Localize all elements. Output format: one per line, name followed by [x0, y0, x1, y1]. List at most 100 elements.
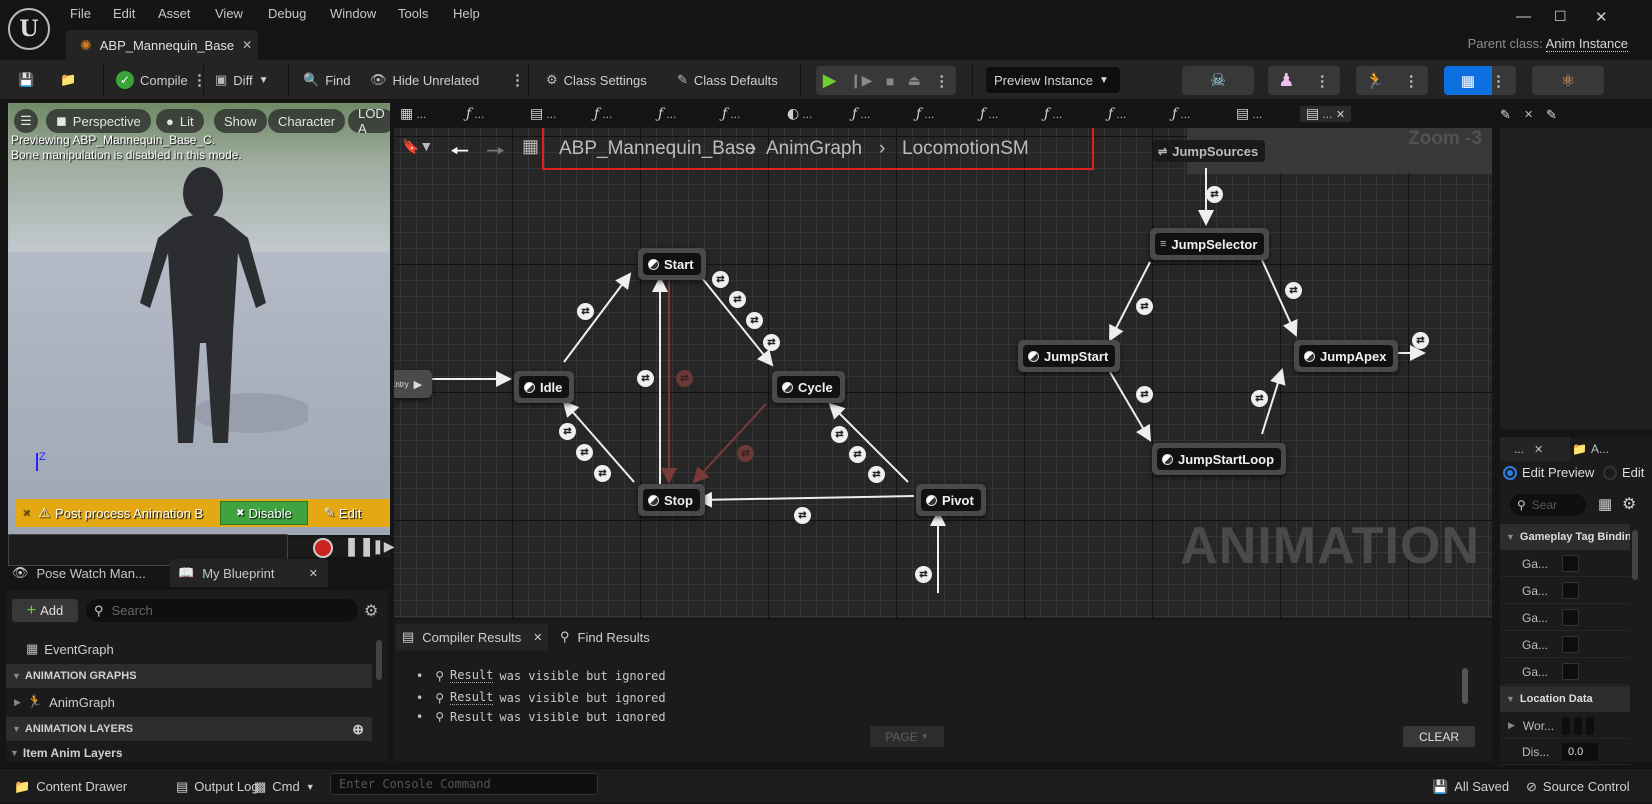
- state-node-jump-apex[interactable]: JumpApex: [1294, 340, 1399, 372]
- close-tab-icon[interactable]: ✕: [242, 38, 252, 52]
- stop-icon[interactable]: ■: [886, 73, 894, 89]
- state-node-jump-selector[interactable]: ≡ JumpSelector: [1150, 228, 1270, 260]
- graph-options-kebab[interactable]: ⋮: [510, 60, 525, 100]
- tree-item-eventgraph[interactable]: ▦ EventGraph: [6, 637, 372, 661]
- tab-asset-browser[interactable]: 📁 A...: [1572, 437, 1609, 461]
- tab-preview-settings[interactable]: ... ✕: [1500, 437, 1570, 461]
- tag-checkbox[interactable]: [1562, 636, 1579, 653]
- menu-asset[interactable]: Asset: [158, 6, 191, 21]
- clear-button[interactable]: CLEAR: [1403, 726, 1475, 747]
- show-button[interactable]: Show: [214, 109, 267, 133]
- blueprint-search-input[interactable]: ⚲ Search: [86, 599, 358, 622]
- graph-tab[interactable]: ◐ …: [787, 106, 812, 122]
- viewport-menu-button[interactable]: ☰: [14, 109, 38, 133]
- settings-gear-icon[interactable]: ⚙: [364, 601, 378, 621]
- details-tab-icon[interactable]: ✎: [1546, 107, 1557, 123]
- compiler-scrollbar[interactable]: [1462, 668, 1468, 704]
- edit-radio[interactable]: Edit: [1603, 465, 1644, 480]
- close-tab-icon[interactable]: ✕: [1524, 108, 1533, 121]
- tab-pose-watch[interactable]: 👁 Pose Watch Man...: [12, 559, 146, 587]
- menu-edit[interactable]: Edit: [113, 6, 135, 21]
- vector-z-field[interactable]: [1586, 717, 1594, 735]
- pause-button[interactable]: ❚❚: [344, 536, 374, 557]
- find-button[interactable]: 🔍 Find: [303, 60, 350, 100]
- close-tab-icon[interactable]: ✕: [309, 567, 318, 580]
- page-dropdown[interactable]: PAGE ▼: [870, 726, 944, 747]
- browse-button[interactable]: 📁: [60, 60, 76, 100]
- animation-options-kebab[interactable]: ⋮: [1404, 72, 1419, 90]
- transition-rule-icon[interactable]: ⇄: [594, 465, 611, 482]
- graph-tab[interactable]: ▤ …: [530, 106, 556, 122]
- graph-tab[interactable]: ƒ …: [1172, 106, 1190, 122]
- state-node-cycle[interactable]: Cycle: [772, 371, 845, 403]
- transition-rule-icon[interactable]: ⇄: [577, 303, 594, 320]
- close-window-button[interactable]: ✕: [1595, 8, 1608, 26]
- state-node-idle[interactable]: Idle: [514, 371, 575, 403]
- dismiss-warning-icon[interactable]: ✕: [22, 508, 30, 519]
- transition-rule-icon[interactable]: ⇄: [915, 566, 932, 583]
- tag-checkbox[interactable]: [1562, 663, 1579, 680]
- transition-rule-icon[interactable]: ⇄: [712, 271, 729, 288]
- step-forward-button[interactable]: ❚▶: [372, 538, 395, 555]
- panel-scrollbar[interactable]: [376, 640, 382, 680]
- blueprint-options-kebab[interactable]: ⋮: [1491, 72, 1506, 90]
- section-gameplay-tag-bindings[interactable]: ▼ Gameplay Tag Bindin: [1500, 524, 1630, 550]
- state-node-jump-start[interactable]: JumpStart: [1018, 340, 1121, 372]
- character-button[interactable]: Character: [268, 109, 346, 133]
- settings-gear-icon[interactable]: ⚙: [1622, 494, 1636, 514]
- record-button[interactable]: [313, 538, 333, 558]
- state-node-stop[interactable]: Stop: [638, 484, 705, 516]
- cmd-dropdown[interactable]: ▩ Cmd ▼: [254, 769, 315, 804]
- details-scrollbar[interactable]: [1632, 530, 1638, 580]
- transition-rule-icon[interactable]: ⇄: [559, 423, 576, 440]
- state-node-start[interactable]: Start: [638, 248, 706, 280]
- tree-item-item-anim-layers[interactable]: ▼ Item Anim Layers: [6, 741, 372, 765]
- transition-rule-icon[interactable]: ⇄: [1206, 186, 1223, 203]
- transition-rule-icon[interactable]: ⇄: [868, 466, 885, 483]
- menu-file[interactable]: File: [70, 6, 91, 21]
- tree-item-animgraph[interactable]: ▶ 🏃 AnimGraph: [6, 690, 372, 714]
- breadcrumb-item[interactable]: LocomotionSM: [902, 138, 1029, 160]
- transition-rule-icon[interactable]: ⇄: [1412, 332, 1429, 349]
- graph-tab[interactable]: ƒ …: [916, 106, 934, 122]
- output-log-button[interactable]: ▤ Output Log: [176, 769, 259, 804]
- play-icon[interactable]: ▶: [823, 70, 837, 91]
- diff-button[interactable]: ▣ Diff ▼: [215, 60, 268, 100]
- parent-class-value[interactable]: Anim Instance: [1545, 36, 1628, 52]
- mesh-options-kebab[interactable]: ⋮: [1315, 72, 1330, 90]
- lod-button[interactable]: LOD A: [348, 106, 390, 136]
- transition-rule-icon[interactable]: ⇄: [1136, 298, 1153, 315]
- transition-rule-icon[interactable]: ⇄: [763, 334, 780, 351]
- distance-value-field[interactable]: 0.0: [1562, 743, 1598, 761]
- state-node-pivot[interactable]: Pivot: [916, 484, 986, 516]
- transition-rule-icon[interactable]: ⇄: [849, 446, 866, 463]
- transition-rule-icon[interactable]: ⇄: [746, 312, 763, 329]
- transition-wire[interactable]: [692, 403, 767, 484]
- state-node-jump-sources[interactable]: ⇌ JumpSources: [1148, 135, 1270, 167]
- class-settings-button[interactable]: ⚙ Class Settings: [546, 60, 647, 100]
- graph-tab[interactable]: ƒ …: [466, 106, 484, 122]
- edit-button[interactable]: ✎ Edit: [324, 501, 361, 525]
- step-icon[interactable]: ❙▶: [850, 72, 873, 89]
- close-tab-icon[interactable]: ✕: [1534, 443, 1543, 456]
- add-button[interactable]: + Add: [12, 599, 78, 622]
- result-link[interactable]: Result: [450, 690, 494, 705]
- animation-mode-button[interactable]: 🏃 ⋮: [1356, 66, 1428, 95]
- section-animation-graphs[interactable]: ▼ ANIMATION GRAPHS: [6, 664, 372, 688]
- mesh-mode-button[interactable]: ♟ ⋮: [1268, 66, 1340, 95]
- menu-help[interactable]: Help: [453, 6, 480, 21]
- eject-icon[interactable]: ⏏: [908, 72, 921, 89]
- tag-checkbox[interactable]: [1562, 555, 1579, 572]
- transition-rule-icon[interactable]: ⇄: [1136, 386, 1153, 403]
- compile-button[interactable]: ✓ Compile: [116, 60, 188, 100]
- add-layer-icon[interactable]: ⊕: [352, 721, 364, 738]
- graph-tab[interactable]: ▤ …: [1236, 106, 1262, 122]
- lit-button[interactable]: ● Lit: [156, 109, 204, 133]
- console-command-input[interactable]: Enter Console Command: [330, 773, 598, 795]
- transition-rule-icon[interactable]: ⇄: [729, 291, 746, 308]
- transition-rule-icon[interactable]: ⇄: [676, 370, 693, 387]
- transition-wire[interactable]: [696, 491, 915, 508]
- save-button[interactable]: 💾: [18, 60, 34, 100]
- graph-tab[interactable]: ▦ …: [400, 106, 426, 122]
- bookmark-icon[interactable]: 🔖▼: [402, 138, 433, 155]
